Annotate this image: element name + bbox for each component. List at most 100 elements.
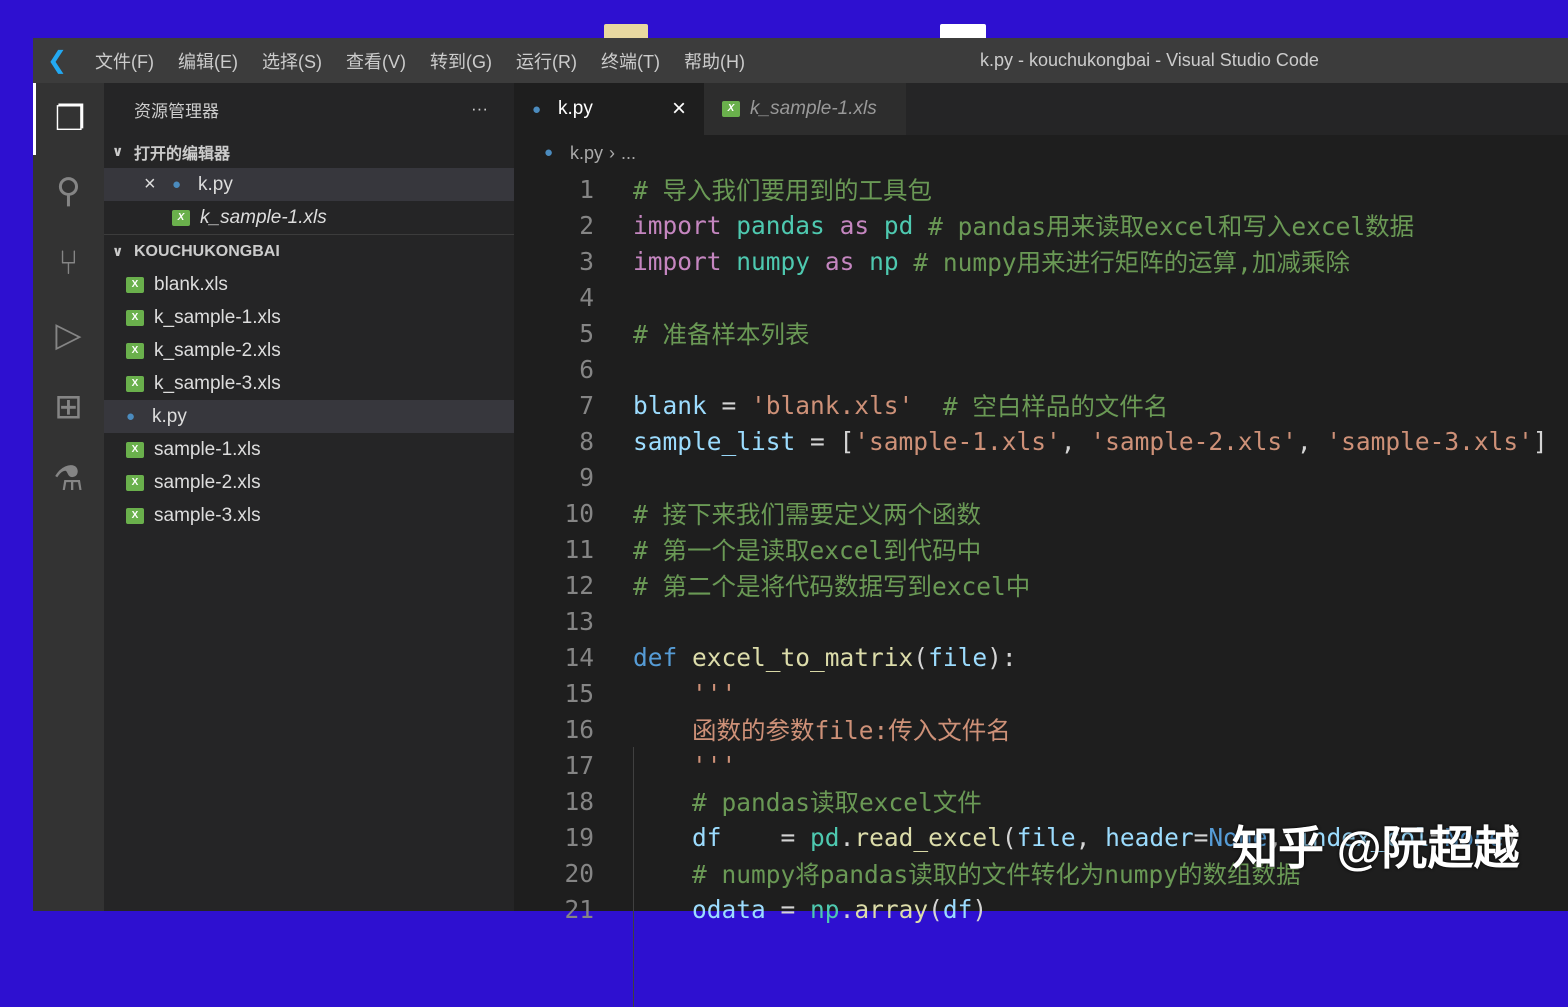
python-file-icon: ● (532, 101, 542, 118)
menu-item[interactable]: 查看(V) (346, 48, 406, 74)
file-label: k.py (152, 405, 187, 427)
code-token: def (633, 642, 678, 672)
line-number: 19 (564, 822, 594, 852)
title-bar: ❮ 文件(F) 编辑(E) 选择(S) 查看(V) 转到(G) 运行(R) 终端(T) 帮助(… (33, 38, 1568, 83)
extensions-icon[interactable]: ⊞ (33, 371, 104, 443)
code-token: = [ (795, 426, 855, 456)
code-token: # 第二个是将代码数据写到excel中 (633, 571, 1031, 601)
file-item[interactable]: Xsample-2.xls (104, 466, 514, 499)
line-number: 5 (579, 318, 594, 348)
code-token: 'sample-2.xls' (1090, 426, 1297, 456)
close-icon[interactable]: × (144, 173, 172, 196)
menu-item[interactable]: 终端(T) (601, 48, 660, 74)
menu-item[interactable]: 转到(G) (430, 48, 492, 74)
excel-file-icon: X (126, 342, 144, 359)
line-number: 13 (564, 606, 594, 636)
line-number: 11 (564, 534, 594, 564)
file-label: k.py (198, 173, 233, 195)
chevron-down-icon: ∨ (112, 143, 124, 159)
tab-kpy[interactable]: ● k.py × (514, 83, 704, 135)
open-editors-section[interactable]: ∨ 打开的编辑器 (104, 135, 514, 168)
code-line: 8 sample_list = ['sample-1.xls', 'sample-… (514, 423, 1568, 459)
code-line: 14 def excel_to_matrix(file): (514, 639, 1568, 675)
code-token: header (1105, 822, 1194, 852)
file-item[interactable]: Xk_sample-3.xls (104, 367, 514, 400)
open-editor-xls[interactable]: Xk_sample-1.xls (104, 201, 514, 234)
line-number: 20 (564, 858, 594, 888)
menu-item[interactable]: 文件(F) (95, 48, 154, 74)
file-item[interactable]: Xsample-3.xls (104, 499, 514, 532)
file-item[interactable]: Xk_sample-1.xls (104, 301, 514, 334)
code-token: # 第一个是读取excel到代码中 (633, 535, 982, 565)
code-token: # pandas读取excel文件 (692, 787, 982, 817)
code-token: np (810, 894, 840, 924)
code-line: 9 (514, 459, 1568, 495)
file-item[interactable]: Xblank.xls (104, 268, 514, 301)
explorer-icon[interactable]: ❐ (33, 83, 104, 155)
run-debug-icon[interactable]: ▷ (33, 299, 104, 371)
menu-item[interactable]: 运行(R) (516, 48, 577, 74)
breadcrumb-symbol[interactable]: ... (621, 143, 636, 164)
code-line: 13 (514, 603, 1568, 639)
code-token: ] (1532, 426, 1548, 456)
folder-section[interactable]: ∨ KOUCHUKONGBAI (104, 235, 514, 268)
tab-k-sample-1[interactable]: Xk_sample-1.xls (704, 83, 906, 135)
line-number: 1 (579, 174, 594, 204)
open-editor-kpy[interactable]: × ● k.py (104, 168, 514, 201)
section-label: 打开的编辑器 (134, 145, 231, 163)
tab-label: k_sample-1.xls (750, 98, 877, 119)
line-number: 3 (579, 246, 594, 276)
code-token: ( (1001, 822, 1017, 852)
search-icon[interactable]: ⚲ (33, 155, 104, 227)
close-tab-icon[interactable]: × (672, 95, 686, 123)
menu-item[interactable]: 编辑(E) (178, 48, 238, 74)
file-label: k_sample-2.xls (154, 339, 281, 361)
code-token: df (942, 894, 973, 924)
code-token: ''' (692, 678, 737, 708)
code-token: . (839, 894, 855, 924)
menu-item[interactable]: 选择(S) (262, 48, 322, 74)
code-token: np (869, 246, 899, 276)
code-line: 11 # 第一个是读取excel到代码中 (514, 531, 1568, 567)
code-token: ( (913, 642, 929, 672)
code-token: array (854, 894, 929, 924)
watermark: 知乎 @阮超越 (1232, 822, 1520, 874)
explorer-title: 资源管理器 (134, 101, 219, 121)
code-token: 'sample-3.xls' (1326, 426, 1533, 456)
excel-file-icon: X (126, 276, 144, 293)
testing-icon[interactable]: ⚗ (33, 443, 104, 515)
code-line: 17 ''' (514, 747, 1568, 783)
file-item[interactable]: Xk_sample-2.xls (104, 334, 514, 367)
code-token: pd (810, 822, 840, 852)
excel-file-icon: X (172, 209, 190, 226)
chevron-down-icon: ∨ (112, 243, 124, 259)
menu-item[interactable]: 帮助(H) (684, 48, 745, 74)
code-line: 3 import numpy as np # numpy用来进行矩阵的运算,加减乘… (514, 243, 1568, 279)
excel-file-icon: X (126, 375, 144, 392)
line-number: 15 (564, 678, 594, 708)
file-label: sample-1.xls (154, 438, 261, 460)
breadcrumb-file[interactable]: k.py (570, 143, 603, 164)
line-number: 7 (579, 390, 594, 420)
excel-file-icon: X (126, 474, 144, 491)
window-title: k.py - kouchukongbai - Visual Studio Cod… (980, 50, 1319, 70)
line-number: 10 (564, 498, 594, 528)
file-item[interactable]: ● k.py (104, 400, 514, 433)
file-label: k_sample-1.xls (200, 206, 327, 228)
code-token: . (839, 822, 855, 852)
more-actions-icon[interactable]: ··· (471, 99, 488, 119)
source-control-icon[interactable]: ⑂ (33, 227, 104, 299)
code-line: 12 # 第二个是将代码数据写到excel中 (514, 567, 1568, 603)
code-line: 2 import pandas as pd # pandas用来读取excel和写… (514, 207, 1568, 243)
code-token: file (1016, 822, 1076, 852)
code-token: 'sample-1.xls' (854, 426, 1061, 456)
line-number: 8 (579, 426, 594, 456)
code-token: # 接下来我们需要定义两个函数 (633, 499, 981, 529)
file-item[interactable]: Xsample-1.xls (104, 433, 514, 466)
